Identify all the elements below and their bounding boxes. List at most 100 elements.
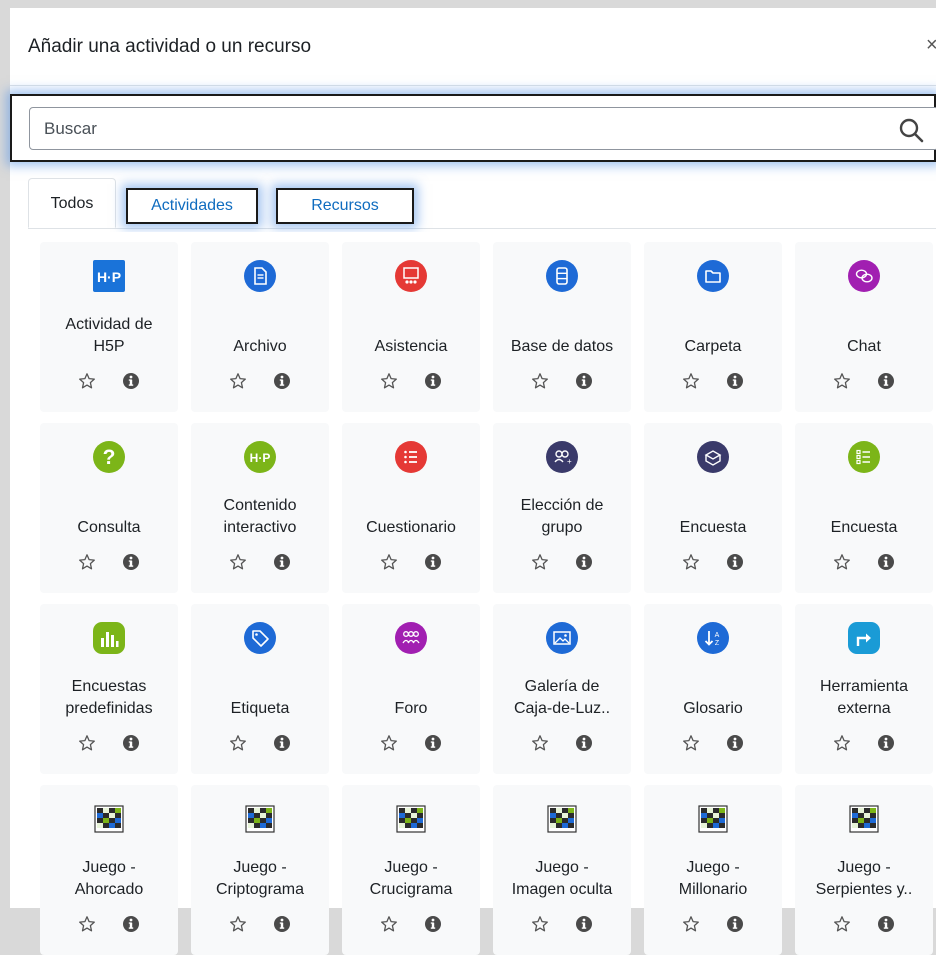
info-icon[interactable] xyxy=(424,553,442,571)
activity-label: Encuesta xyxy=(830,519,898,536)
star-icon[interactable] xyxy=(833,734,851,752)
star-icon[interactable] xyxy=(229,734,247,752)
activity-card[interactable]: H·P Actividad de H5P xyxy=(40,242,178,412)
info-icon[interactable] xyxy=(122,372,140,390)
activity-card[interactable]: Archivo xyxy=(191,242,329,412)
activity-card[interactable]: Galería de Caja-de-Luz.. xyxy=(493,604,631,774)
star-icon[interactable] xyxy=(78,372,96,390)
activity-card[interactable]: Juego - Imagen oculta xyxy=(493,785,631,955)
folder-icon xyxy=(697,260,729,292)
tab-recursos[interactable]: Recursos xyxy=(276,188,414,224)
survey-box-icon xyxy=(697,441,729,473)
activity-card[interactable]: Encuestas predefinidas xyxy=(40,604,178,774)
star-icon[interactable] xyxy=(833,915,851,933)
star-icon[interactable] xyxy=(380,915,398,933)
game-board-icon xyxy=(547,805,577,833)
info-icon[interactable] xyxy=(726,553,744,571)
star-icon[interactable] xyxy=(229,915,247,933)
info-icon[interactable] xyxy=(122,553,140,571)
info-icon[interactable] xyxy=(273,553,291,571)
activity-card[interactable]: Juego - Crucigrama xyxy=(342,785,480,955)
star-icon[interactable] xyxy=(833,553,851,571)
info-icon[interactable] xyxy=(726,734,744,752)
activity-card[interactable]: Base de datos xyxy=(493,242,631,412)
card-actions xyxy=(493,913,631,937)
activity-label: Actividad de H5P xyxy=(65,316,153,355)
star-icon[interactable] xyxy=(229,553,247,571)
search-icon[interactable] xyxy=(898,117,924,143)
star-icon[interactable] xyxy=(78,553,96,571)
activity-card[interactable]: Chat xyxy=(795,242,933,412)
star-icon[interactable] xyxy=(682,734,700,752)
activity-card[interactable]: + Elección de grupo xyxy=(493,423,631,593)
activity-label: Archivo xyxy=(233,338,287,355)
file-icon xyxy=(244,260,276,292)
activity-label: Juego - Ahorcado xyxy=(74,859,144,898)
card-actions xyxy=(493,732,631,756)
info-icon[interactable] xyxy=(424,734,442,752)
activity-card[interactable]: Foro xyxy=(342,604,480,774)
star-icon[interactable] xyxy=(380,734,398,752)
info-icon[interactable] xyxy=(877,915,895,933)
modal-title: Añadir una actividad o un recurso xyxy=(28,36,312,57)
activity-label: Galería de Caja-de-Luz.. xyxy=(513,678,611,717)
activity-card[interactable]: H·P Contenido interactivo xyxy=(191,423,329,593)
activity-label: Chat xyxy=(847,338,881,355)
star-icon[interactable] xyxy=(531,915,549,933)
info-icon[interactable] xyxy=(273,734,291,752)
tab-todos[interactable]: Todos xyxy=(28,178,116,228)
activity-card[interactable]: Cuestionario xyxy=(342,423,480,593)
star-icon[interactable] xyxy=(531,372,549,390)
game-board-icon xyxy=(698,805,728,833)
info-icon[interactable] xyxy=(122,734,140,752)
star-icon[interactable] xyxy=(78,734,96,752)
info-icon[interactable] xyxy=(877,553,895,571)
database-icon xyxy=(546,260,578,292)
close-icon[interactable]: × xyxy=(926,34,936,57)
star-icon[interactable] xyxy=(78,915,96,933)
activity-card[interactable]: Carpeta xyxy=(644,242,782,412)
info-icon[interactable] xyxy=(424,915,442,933)
star-icon[interactable] xyxy=(682,372,700,390)
activity-card[interactable]: Herramienta externa xyxy=(795,604,933,774)
star-icon[interactable] xyxy=(380,372,398,390)
star-icon[interactable] xyxy=(531,553,549,571)
activity-card[interactable]: ? Consulta xyxy=(40,423,178,593)
tab-actividades[interactable]: Actividades xyxy=(126,188,258,224)
bar-chart-icon xyxy=(93,622,125,654)
info-icon[interactable] xyxy=(575,734,593,752)
info-icon[interactable] xyxy=(877,734,895,752)
info-icon[interactable] xyxy=(273,372,291,390)
activity-card[interactable]: Juego - Serpientes y.. xyxy=(795,785,933,955)
activity-card[interactable]: Encuesta xyxy=(795,423,933,593)
info-icon[interactable] xyxy=(273,915,291,933)
activity-label: Encuestas predefinidas xyxy=(65,678,153,717)
card-actions xyxy=(191,551,329,575)
info-icon[interactable] xyxy=(726,372,744,390)
search-input[interactable] xyxy=(29,107,936,150)
activity-card[interactable]: Etiqueta xyxy=(191,604,329,774)
activity-card[interactable]: Juego - Criptograma xyxy=(191,785,329,955)
star-icon[interactable] xyxy=(682,553,700,571)
star-icon[interactable] xyxy=(229,372,247,390)
activity-card[interactable]: Asistencia xyxy=(342,242,480,412)
info-icon[interactable] xyxy=(877,372,895,390)
activity-card[interactable]: Juego - Millonario xyxy=(644,785,782,955)
star-icon[interactable] xyxy=(682,915,700,933)
activity-card[interactable]: Juego - Ahorcado xyxy=(40,785,178,955)
info-icon[interactable] xyxy=(575,915,593,933)
card-actions xyxy=(342,913,480,937)
info-icon[interactable] xyxy=(575,553,593,571)
lightbox-gallery-icon xyxy=(546,622,578,654)
info-icon[interactable] xyxy=(424,372,442,390)
star-icon[interactable] xyxy=(531,734,549,752)
card-actions xyxy=(342,732,480,756)
info-icon[interactable] xyxy=(575,372,593,390)
star-icon[interactable] xyxy=(833,372,851,390)
activity-card[interactable]: Encuesta xyxy=(644,423,782,593)
activity-label: Juego - Crucigrama xyxy=(369,859,453,898)
star-icon[interactable] xyxy=(380,553,398,571)
activity-card[interactable]: A Z Glosario xyxy=(644,604,782,774)
info-icon[interactable] xyxy=(122,915,140,933)
info-icon[interactable] xyxy=(726,915,744,933)
